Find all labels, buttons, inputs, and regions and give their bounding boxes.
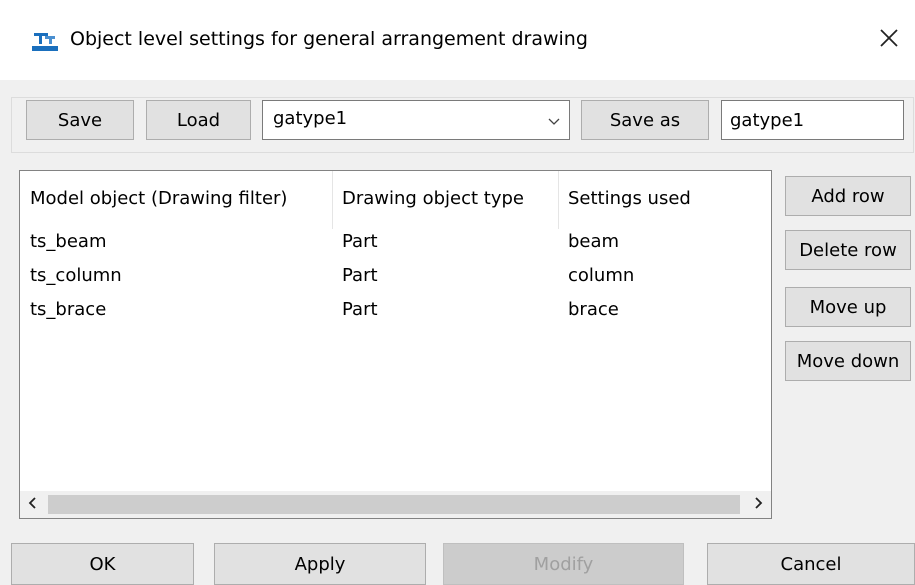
- save-as-button[interactable]: Save as: [581, 100, 709, 140]
- load-button[interactable]: Load: [146, 100, 251, 140]
- cell-model-object: ts_beam: [30, 231, 107, 252]
- save-as-name-input[interactable]: [721, 100, 904, 140]
- table-row[interactable]: ts_beam Part beam: [20, 226, 755, 260]
- settings-file-value: gatype1: [273, 108, 348, 129]
- scroll-right-button[interactable]: [745, 491, 771, 518]
- cell-drawing-object-type: Part: [342, 299, 378, 320]
- delete-row-button[interactable]: Delete row: [785, 230, 911, 270]
- object-settings-table: Model object (Drawing filter) Drawing ob…: [19, 170, 772, 519]
- tekla-drawing-icon: [30, 27, 60, 53]
- chevron-left-icon: [28, 494, 38, 515]
- save-button[interactable]: Save: [26, 100, 134, 140]
- horizontal-scrollbar[interactable]: [20, 491, 771, 518]
- table-row[interactable]: ts_column Part column: [20, 260, 755, 294]
- column-header-settings-used[interactable]: Settings used: [568, 188, 691, 209]
- scroll-thumb[interactable]: [48, 495, 740, 514]
- chevron-right-icon: [753, 494, 763, 515]
- table-row[interactable]: ts_brace Part brace: [20, 294, 755, 328]
- cancel-button[interactable]: Cancel: [707, 543, 915, 585]
- column-divider[interactable]: [558, 171, 559, 229]
- cell-model-object: ts_brace: [30, 299, 107, 320]
- modify-button[interactable]: Modify: [443, 543, 684, 585]
- column-divider[interactable]: [332, 171, 333, 229]
- cell-model-object: ts_column: [30, 265, 122, 286]
- dialog-title: Object level settings for general arrang…: [70, 28, 588, 50]
- cell-settings-used: brace: [568, 299, 619, 320]
- cell-drawing-object-type: Part: [342, 231, 378, 252]
- add-row-button[interactable]: Add row: [785, 176, 911, 216]
- chevron-down-icon[interactable]: [547, 113, 561, 127]
- apply-button[interactable]: Apply: [214, 543, 426, 585]
- column-header-drawing-object-type[interactable]: Drawing object type: [342, 188, 524, 209]
- cell-settings-used: beam: [568, 231, 620, 252]
- cell-drawing-object-type: Part: [342, 265, 378, 286]
- column-header-model-object[interactable]: Model object (Drawing filter): [30, 188, 287, 209]
- move-up-button[interactable]: Move up: [785, 287, 911, 327]
- scroll-left-button[interactable]: [20, 491, 46, 518]
- ok-button[interactable]: OK: [11, 543, 194, 585]
- title-bar: Object level settings for general arrang…: [0, 0, 915, 80]
- dialog-window: Object level settings for general arrang…: [0, 0, 915, 585]
- move-down-button[interactable]: Move down: [785, 341, 911, 381]
- settings-file-combo[interactable]: gatype1: [262, 100, 570, 140]
- close-icon: [878, 27, 900, 54]
- cell-settings-used: column: [568, 265, 635, 286]
- close-button[interactable]: [869, 20, 909, 60]
